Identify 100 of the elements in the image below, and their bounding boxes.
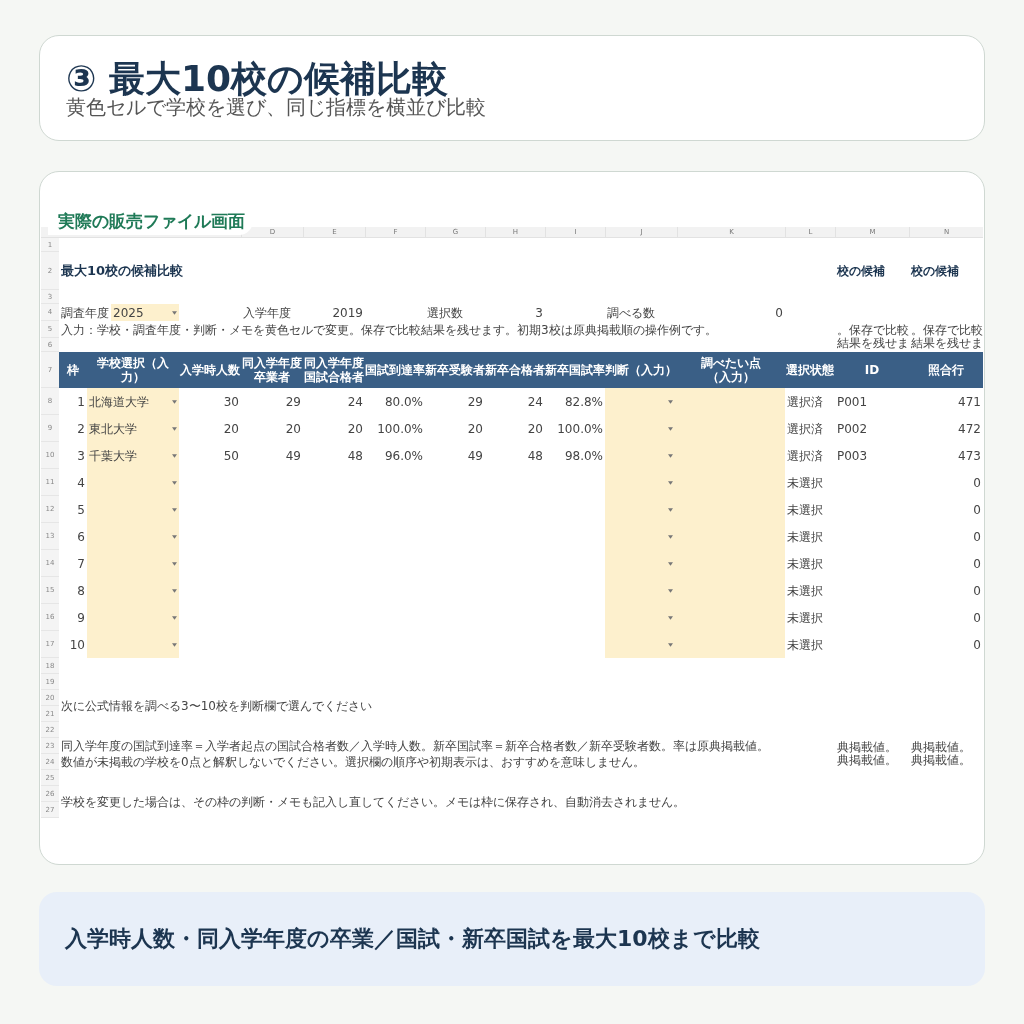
summary-text: 入学時人数・同入学年度の卒業／国試・新卒国試を最大10校まで比較 [65, 925, 760, 953]
school-dropdown[interactable]: 北海道大学 [87, 388, 179, 415]
caret-icon [172, 588, 177, 593]
column-header: 入学時人数 [179, 362, 241, 379]
caret-icon [668, 507, 673, 512]
table-cell-text: 24 [526, 393, 544, 411]
id-cell-text: P002 [836, 420, 869, 438]
sheet-note: 次に公式情報を調べる3〜10校を判断欄で選んでください [60, 698, 373, 715]
table-cell-text: 0 [972, 609, 982, 627]
sheet-note: 同入学年度の国試到達率＝入学者起点の国試合格者数／入学時人数。新卒国試率＝新卒合格者数／新卒受験者数。率は原典掲載値。 [60, 738, 770, 754]
table-cell-text: 49 [284, 447, 302, 465]
overflow-note: 。保存で比較結果を残せま [910, 321, 983, 352]
column-header: 同入学年度国試合格者 [303, 355, 365, 386]
table-cell-text: 50 [222, 447, 240, 465]
id-cell-text: P003 [836, 447, 869, 465]
status-cell-text: 未選択 [786, 501, 824, 519]
param-value: 3 [534, 304, 544, 321]
table-cell-text: 82.8% [563, 393, 604, 411]
param-label: 選択数 [426, 304, 464, 321]
table-cell-text: 20 [466, 420, 484, 438]
caret-icon [172, 615, 177, 620]
table-cell-text: 471 [957, 393, 982, 411]
school-dropdown[interactable]: 千葉大学 [87, 442, 179, 469]
caret-icon [172, 399, 177, 404]
column-header: 国試到達率 [365, 362, 425, 379]
table-cell-text: 29 [284, 393, 302, 411]
caret-icon [172, 480, 177, 485]
table-cell-text: 0 [972, 555, 982, 573]
table-cell-text: 29 [466, 393, 484, 411]
caret-icon [172, 426, 177, 431]
overflow-title: 校の候補 [836, 263, 886, 280]
caret-icon [172, 453, 177, 458]
slot-number: 1 [76, 393, 86, 411]
caret-icon [668, 426, 673, 431]
table-cell-text: 20 [526, 420, 544, 438]
status-cell-text: 選択済 [786, 447, 824, 465]
slot-number: 10 [68, 636, 86, 654]
table-cell-text: 0 [972, 528, 982, 546]
status-cell-text: 未選択 [786, 582, 824, 600]
column-header: ID [863, 362, 881, 379]
caret-icon [668, 534, 673, 539]
table-cell-text: 0 [972, 582, 982, 600]
column-header: 新卒受験者 [425, 362, 485, 379]
caret-icon [668, 588, 673, 593]
param-value: 0 [774, 304, 784, 321]
table-cell-text: 24 [346, 393, 364, 411]
caret-icon [172, 507, 177, 512]
param-label: 調査年度 [60, 304, 110, 321]
param-label: 調べる数 [606, 304, 656, 321]
status-cell-text: 未選択 [786, 474, 824, 492]
param-label: 入学年度 [242, 304, 292, 321]
column-header: 調べたい点（入力） [700, 355, 762, 386]
slot-number: 7 [76, 555, 86, 573]
slot-number: 6 [76, 528, 86, 546]
table-cell-text: 20 [284, 420, 302, 438]
column-header: 学校選択（入力） [96, 355, 170, 386]
table-cell-text: 80.0% [383, 393, 424, 411]
table-cell-text: 48 [526, 447, 544, 465]
year-dropdown[interactable]: 2025 [111, 304, 179, 321]
id-cell-text: P001 [836, 393, 869, 411]
table-cell-text: 20 [222, 420, 240, 438]
overflow-note: 。保存で比較結果を残せま [836, 321, 909, 352]
caret-icon [668, 399, 673, 404]
table-cell-text: 20 [346, 420, 364, 438]
sheet-note: 数値が未掲載の学校を0点と解釈しないでください。選択欄の順序や初期表示は、おすすめを意味しません。 [60, 754, 646, 770]
table-cell-text: 472 [957, 420, 982, 438]
slot-number: 8 [76, 582, 86, 600]
status-cell-text: 未選択 [786, 636, 824, 654]
status-cell-text: 選択済 [786, 393, 824, 411]
caret-icon [172, 561, 177, 566]
slot-number: 5 [76, 501, 86, 519]
status-cell-text: 未選択 [786, 555, 824, 573]
school-dropdown[interactable]: 東北大学 [87, 415, 179, 442]
slot-number: 4 [76, 474, 86, 492]
overflow-title: 校の候補 [910, 263, 960, 280]
slot-number: 9 [76, 609, 86, 627]
overflow-note: 典掲載値。典掲載値。 [836, 739, 898, 769]
table-cell-text: 473 [957, 447, 982, 465]
table-cell-text: 100.0% [376, 420, 424, 438]
column-header: 同入学年度卒業者 [241, 355, 303, 386]
caret-icon [172, 534, 177, 539]
overflow-note: 典掲載値。典掲載値。 [910, 739, 972, 769]
input-note: 入力：学校・調査年度・判断・メモを黄色セルで変更。保存で比較結果を残せます。初期3校は原典掲載順の操作例です。 [60, 321, 718, 338]
table-cell-text: 96.0% [383, 447, 424, 465]
table-cell-text: 48 [346, 447, 364, 465]
status-cell-text: 未選択 [786, 609, 824, 627]
column-header: 選択状態 [785, 362, 835, 379]
table-cell-text: 30 [222, 393, 240, 411]
status-cell-text: 選択済 [786, 420, 824, 438]
table-cell-text: 0 [972, 474, 982, 492]
school-dropdown[interactable] [87, 631, 179, 658]
slot-number: 3 [76, 447, 86, 465]
caret-icon [668, 615, 673, 620]
param-value: 2019 [331, 304, 364, 321]
caret-icon [172, 642, 177, 647]
sheet-title: 最大10校の候補比較 [60, 262, 185, 280]
table-cell-text: 100.0% [556, 420, 604, 438]
sheet-note: 学校を変更した場合は、その枠の判断・メモも記入し直してください。メモは枠に保存され、自動消去されません。 [60, 794, 686, 811]
column-header: 新卒国試率 [545, 362, 605, 379]
caret-icon [668, 561, 673, 566]
